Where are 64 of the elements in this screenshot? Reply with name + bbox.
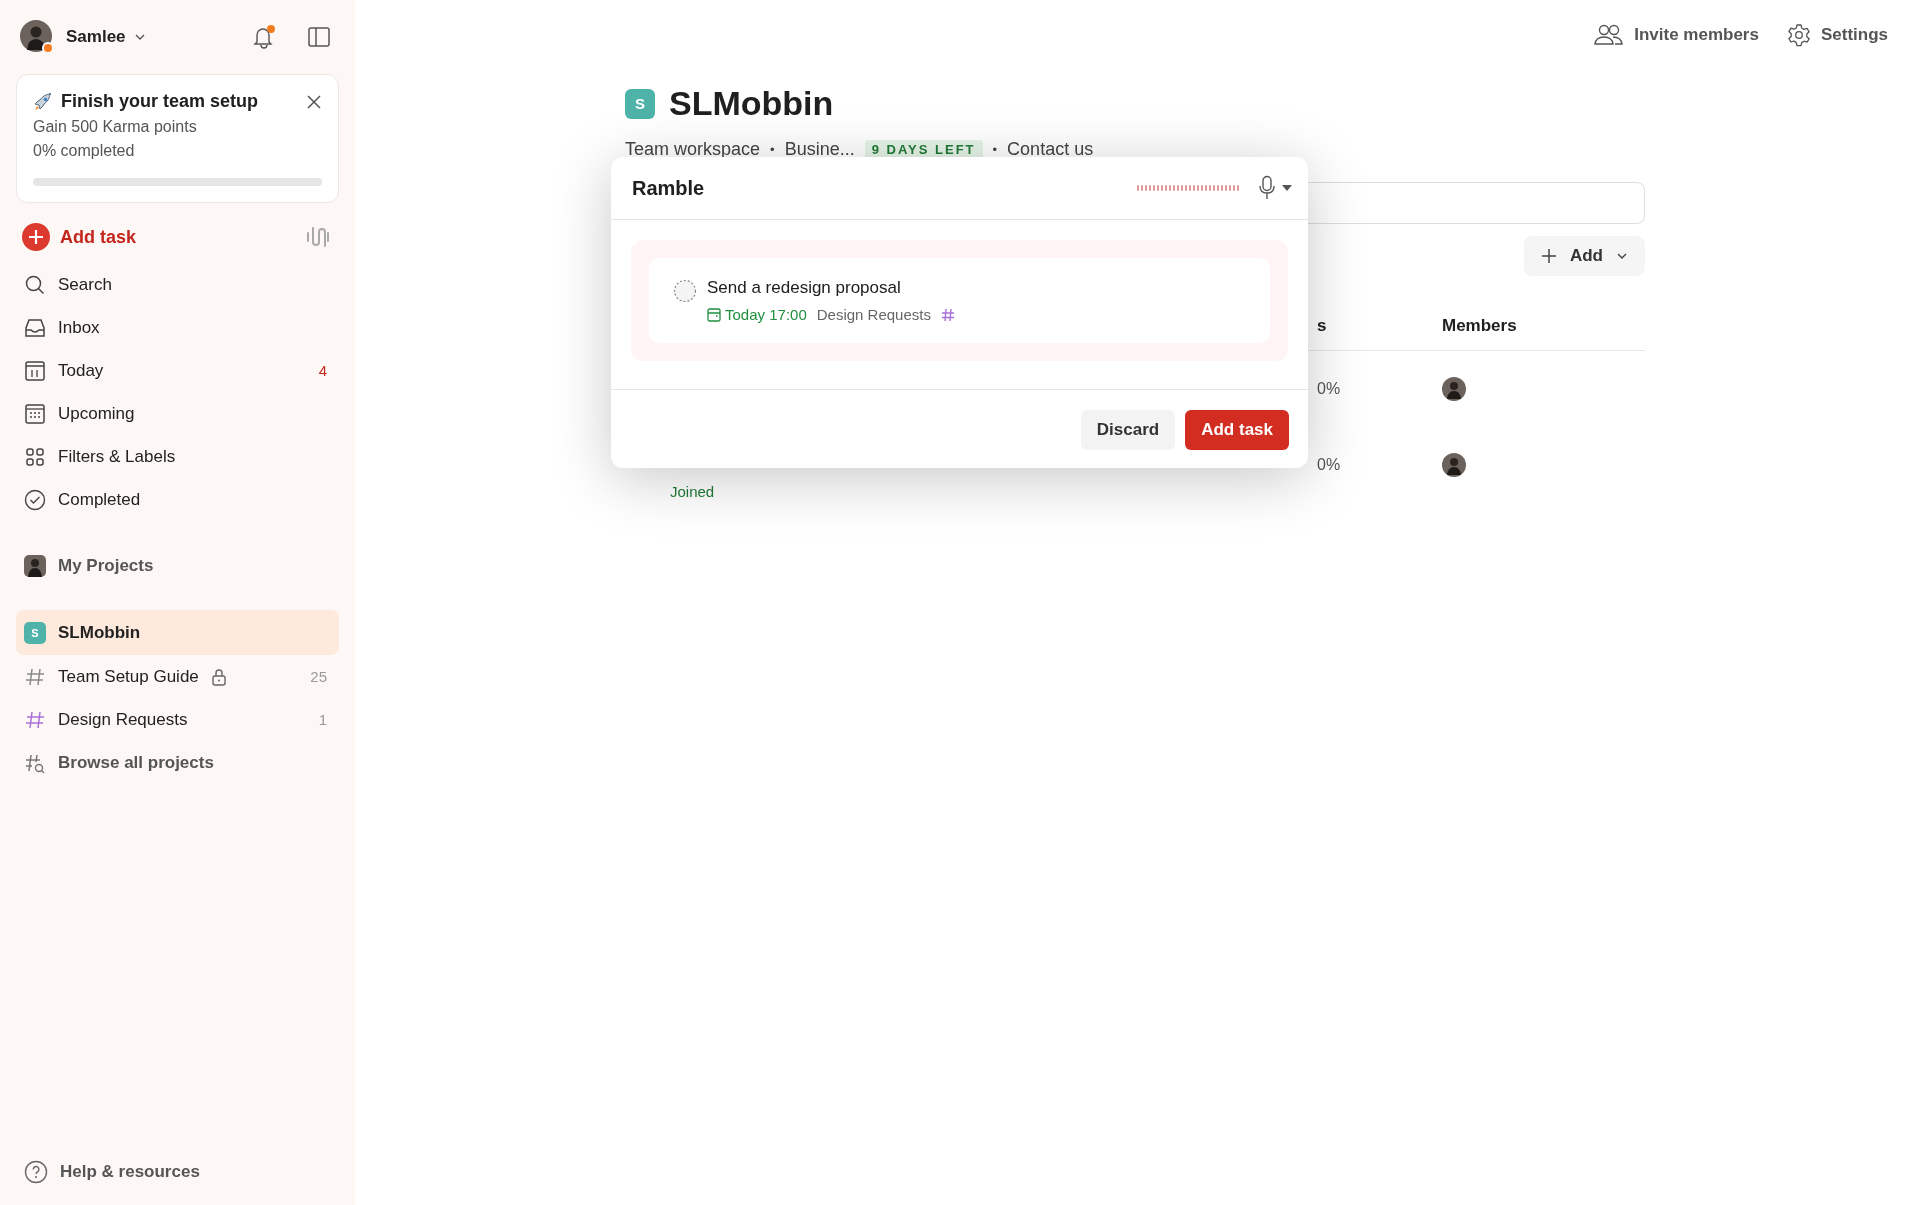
table-cell-text: 0% (1317, 456, 1342, 474)
due-date: Today 17:00 (707, 306, 807, 323)
hash-icon (940, 307, 955, 322)
column-header: s (1317, 316, 1328, 336)
my-projects-link[interactable]: My Projects (16, 544, 339, 587)
plan-link[interactable]: Busine... (784, 139, 855, 160)
user-menu-button[interactable]: Samlee (66, 27, 146, 47)
inbox-icon (24, 316, 46, 339)
sidebar-toggle-icon[interactable] (307, 25, 331, 49)
member-avatar (1442, 453, 1466, 477)
table-cell-text: 0% (1317, 380, 1342, 398)
contact-link[interactable]: Contact us (1007, 139, 1094, 160)
plus-icon (1539, 247, 1558, 265)
add-task-button[interactable]: Add task (22, 223, 137, 251)
invite-button[interactable]: Invite members (1594, 24, 1759, 46)
grid-icon (24, 445, 46, 468)
separator-dot: • (992, 142, 998, 157)
dialog-title: Ramble (632, 176, 705, 200)
calendar-day-icon (24, 359, 46, 382)
discard-button[interactable]: Discard (1080, 410, 1176, 450)
member-avatar (1442, 377, 1466, 401)
help-icon (24, 1159, 48, 1184)
rocket-icon (33, 91, 53, 112)
settings-button[interactable]: Settings (1786, 23, 1888, 47)
plus-circle-icon (22, 223, 50, 251)
calendar-icon (707, 307, 721, 322)
column-header: Members (1442, 316, 1518, 336)
project-item[interactable]: Design Requests 1 (16, 698, 339, 741)
project-item[interactable]: S SLMobbin (16, 610, 339, 655)
setup-subtitle: Gain 500 Karma points (33, 118, 198, 136)
project-item[interactable]: Browse all projects (16, 741, 339, 784)
user-avatar (24, 554, 46, 577)
caret-icon (1282, 185, 1292, 191)
microphone-icon (1258, 175, 1276, 201)
setup-title: Finish your team setup (61, 91, 259, 112)
user-avatar[interactable] (20, 20, 54, 54)
progress-text: 0% completed (33, 142, 136, 160)
nav-item[interactable]: Upcoming (16, 392, 339, 435)
nav-item[interactable]: Inbox (16, 306, 339, 349)
search-icon (24, 273, 46, 296)
nav-item[interactable]: Filters & Labels (16, 435, 339, 478)
task-project: Design Requests (816, 306, 931, 323)
project-title: SLMobbin (669, 84, 834, 123)
calendar-icon (24, 402, 46, 425)
nav-item[interactable]: Completed (16, 478, 339, 521)
nav-item[interactable]: Today 4 (16, 349, 339, 392)
microphone-button[interactable] (1258, 175, 1292, 201)
project-item[interactable]: Team Setup Guide 25 (16, 655, 339, 698)
task-title: Send a redesign proposal (707, 278, 902, 298)
nav-item[interactable]: Search (16, 263, 339, 306)
workspace-link[interactable]: Team workspace (625, 139, 761, 160)
settings-icon (1786, 23, 1811, 47)
task-checkbox[interactable] (673, 279, 697, 303)
status-text: Joined (670, 483, 715, 500)
separator-dot: • (770, 142, 775, 157)
add-button[interactable]: Add (1523, 236, 1645, 276)
people-icon (1594, 24, 1625, 46)
add-task-button[interactable]: Add task (1185, 410, 1289, 450)
project-badge: S (625, 88, 655, 119)
notifications-icon[interactable] (251, 24, 277, 50)
workspace-badge: S (24, 621, 46, 644)
help-link[interactable]: Help & resources (16, 1150, 339, 1193)
check-circle-icon (24, 488, 46, 511)
close-icon[interactable] (306, 93, 322, 110)
